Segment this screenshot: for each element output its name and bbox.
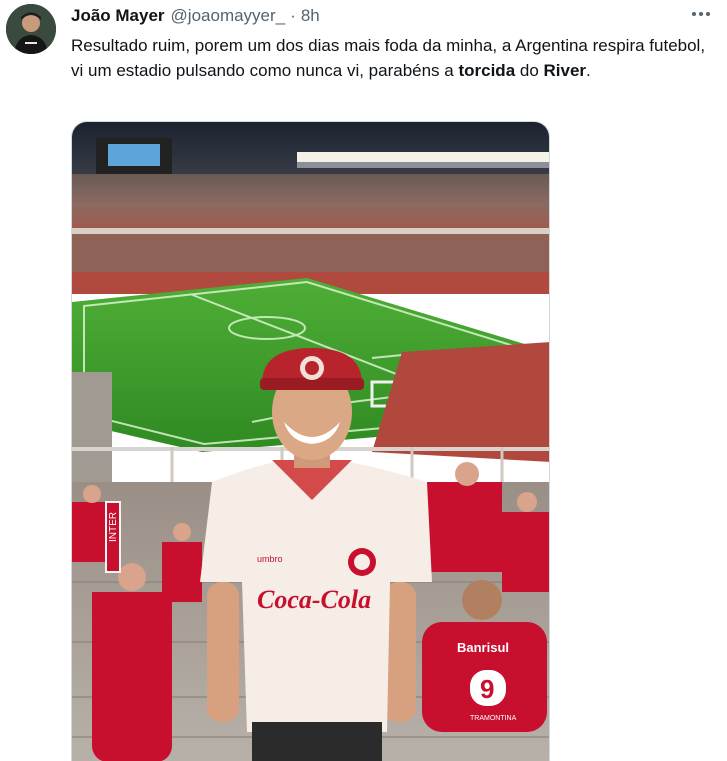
stadium-photo: INTER Banrisul 9 TRAMONTINA Coca-Cola um…	[72, 122, 549, 761]
more-options-button[interactable]	[689, 4, 713, 24]
tweet-text-part1: Resultado ruim, porem um dos dias mais f…	[71, 36, 706, 80]
back-jersey-sponsor: Banrisul	[457, 640, 509, 655]
jersey-brand: umbro	[257, 554, 283, 564]
tweet-text: Resultado ruim, porem um dos dias mais f…	[71, 33, 721, 83]
tweet-photo[interactable]: INTER Banrisul 9 TRAMONTINA Coca-Cola um…	[71, 121, 550, 761]
tweet-header: João Mayer @joaomayyer_ · 8h	[71, 6, 320, 26]
tweet-text-bold-torcida: torcida	[458, 61, 516, 80]
tweet-text-part2: do	[515, 61, 544, 80]
tweet-text-bold-river: River	[543, 61, 587, 80]
avatar[interactable]	[6, 4, 56, 54]
avatar-image	[6, 4, 56, 54]
author-handle[interactable]: @joaomayyer_	[171, 6, 286, 26]
jersey-sponsor: Coca-Cola	[257, 585, 371, 614]
back-jersey-text: TRAMONTINA	[470, 715, 517, 722]
separator-dot: ·	[290, 6, 296, 25]
tweet-text-part3: .	[586, 61, 591, 80]
scarf-text: INTER	[108, 512, 119, 542]
more-horizontal-icon	[692, 12, 710, 16]
timestamp[interactable]: 8h	[301, 6, 320, 26]
back-jersey-number: 9	[480, 674, 494, 704]
author-name[interactable]: João Mayer	[71, 6, 165, 26]
tweet: João Mayer @joaomayyer_ · 8h Resultado r…	[0, 0, 727, 761]
